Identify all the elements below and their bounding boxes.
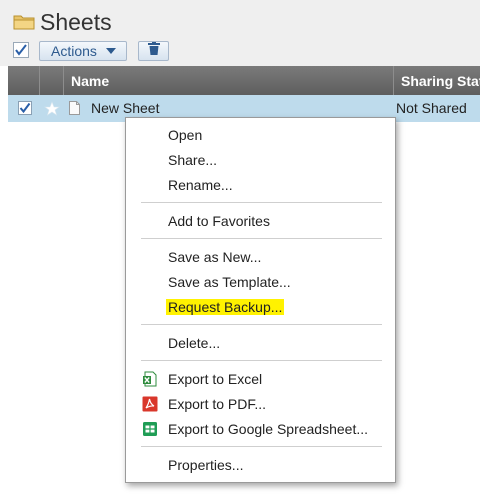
menu-item-save-as-template[interactable]: Save as Template... [168,274,291,290]
sheet-file-icon [69,101,80,115]
menu-separator [141,238,382,239]
menu-separator [141,446,382,447]
folder-icon [13,13,35,30]
chevron-down-icon [105,48,116,54]
menu-separator [141,202,382,203]
header-bar: Sheets Actions [0,0,480,66]
menu-item-add-to-favorites[interactable]: Add to Favorites [168,213,270,229]
page-title: Sheets [40,9,112,35]
menu-separator [141,360,382,361]
menu-item-delete[interactable]: Delete... [168,335,220,351]
menu-item-open[interactable]: Open [168,127,202,143]
column-divider [39,66,40,95]
menu-item-request-backup[interactable]: Request Backup... [166,299,285,315]
sheets-page: Sheets Actions Name Sharing Sta New Shee… [0,0,480,501]
menu-item-share[interactable]: Share... [168,152,217,168]
menu-item-export-google-spreadsheet[interactable]: Export to Google Spreadsheet... [168,421,368,437]
actions-dropdown-button[interactable]: Actions [39,41,127,61]
menu-item-export-excel[interactable]: Export to Excel [168,371,262,387]
pdf-icon [142,396,158,412]
excel-icon [142,371,158,387]
actions-button-label: Actions [51,43,97,59]
menu-item-save-as-new[interactable]: Save as New... [168,249,261,265]
menu-item-properties[interactable]: Properties... [168,457,243,473]
column-header-sharing-status[interactable]: Sharing Status [401,73,480,89]
row-checkbox[interactable] [18,101,32,115]
favorite-star-icon[interactable] [44,101,60,117]
menu-item-export-pdf[interactable]: Export to PDF... [168,396,266,412]
menu-separator [141,324,382,325]
context-menu: Open Share... Rename... Add to Favorites… [125,117,396,483]
delete-button[interactable] [138,41,169,61]
google-sheets-icon [142,421,158,437]
column-header-name[interactable]: Name [71,73,109,89]
select-all-checkbox[interactable] [13,42,29,58]
sheet-name[interactable]: New Sheet [91,100,159,116]
sharing-status: Not Shared [396,100,467,116]
column-divider [393,66,394,95]
trash-icon [147,42,160,60]
table-header: Name Sharing Status [8,66,480,95]
menu-item-rename[interactable]: Rename... [168,177,233,193]
column-divider [63,66,64,95]
